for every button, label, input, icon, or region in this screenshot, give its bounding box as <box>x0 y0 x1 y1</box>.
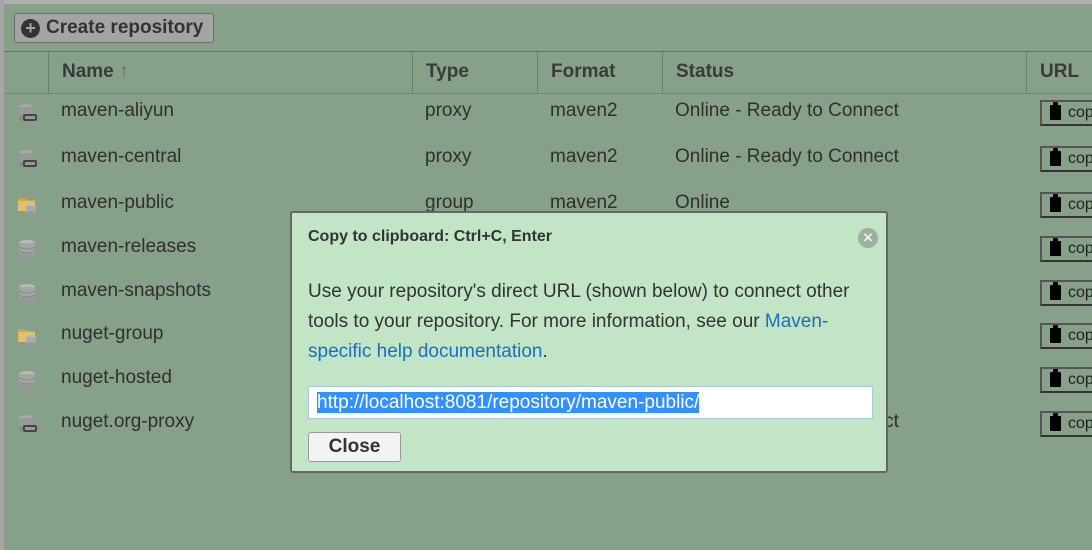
top-border <box>0 0 1092 4</box>
clipboard-icon <box>1050 282 1061 300</box>
clipboard-icon <box>1050 369 1061 387</box>
arrow-up-icon: ↑ <box>119 61 129 82</box>
create-repository-label: Create repository <box>46 17 204 38</box>
repository-type: proxy <box>425 100 472 121</box>
copy-url-button[interactable]: copy <box>1040 192 1092 218</box>
repository-name[interactable]: nuget.org-proxy <box>61 402 194 442</box>
clipboard-icon <box>1050 325 1061 343</box>
copy-url-button[interactable]: copy <box>1040 146 1092 172</box>
hosted-repository-icon <box>17 370 37 390</box>
table-row[interactable]: maven-central proxy maven2 Online - Read… <box>4 137 1092 181</box>
repository-format: maven2 <box>550 100 618 121</box>
clipboard-icon <box>1050 413 1061 431</box>
clipboard-icon <box>1050 194 1061 212</box>
repository-status: Online - Ready to Connect <box>675 100 899 121</box>
clipboard-icon <box>1050 238 1061 256</box>
copy-url-button[interactable]: copy <box>1040 100 1092 126</box>
repository-name[interactable]: maven-public <box>61 183 174 223</box>
repository-name[interactable]: maven-snapshots <box>61 271 211 311</box>
repository-name[interactable]: maven-central <box>61 137 181 177</box>
proxy-repository-icon <box>17 414 37 434</box>
hosted-repository-icon <box>17 283 37 303</box>
repository-type: proxy <box>425 146 472 167</box>
copy-url-button[interactable]: copy <box>1040 367 1092 393</box>
column-header-type[interactable]: Type <box>412 52 537 94</box>
repository-name[interactable]: nuget-group <box>61 314 163 354</box>
proxy-repository-icon <box>17 149 37 169</box>
hosted-repository-icon <box>17 239 37 259</box>
repository-name[interactable]: maven-releases <box>61 227 196 267</box>
create-repository-button[interactable]: + Create repository <box>14 13 214 43</box>
repository-name[interactable]: nuget-hosted <box>61 358 172 398</box>
copy-url-button[interactable]: copy <box>1040 411 1092 437</box>
repository-name[interactable]: maven-aliyun <box>61 91 174 131</box>
copy-url-dialog: Copy to clipboard: Ctrl+C, Enter × Use y… <box>290 211 888 473</box>
copy-url-button[interactable]: copy <box>1040 280 1092 306</box>
table-header: Name ↑ Type Format Status URL <box>4 51 1092 94</box>
close-icon[interactable]: × <box>858 228 878 248</box>
repository-format: maven2 <box>550 146 618 167</box>
plus-circle-icon: + <box>21 18 40 38</box>
table-row[interactable]: maven-aliyun proxy maven2 Online - Ready… <box>4 91 1092 135</box>
column-header-format[interactable]: Format <box>537 52 662 94</box>
group-repository-icon <box>17 326 37 346</box>
clipboard-icon <box>1050 102 1061 120</box>
column-header-url[interactable]: URL <box>1026 52 1092 94</box>
close-button[interactable]: Close <box>308 432 401 462</box>
clipboard-icon <box>1050 148 1061 166</box>
dialog-description: Use your repository's direct URL (shown … <box>308 281 850 362</box>
copy-url-button[interactable]: copy <box>1040 236 1092 262</box>
url-input[interactable]: http://localhost:8081/repository/maven-p… <box>308 386 873 419</box>
column-header-name[interactable]: Name ↑ <box>48 52 413 94</box>
dialog-title: Copy to clipboard: Ctrl+C, Enter <box>308 228 553 245</box>
repository-status: Online - Ready to Connect <box>675 146 899 167</box>
copy-url-button[interactable]: copy <box>1040 323 1092 349</box>
column-header-status[interactable]: Status <box>662 52 1026 94</box>
group-repository-icon <box>17 195 37 215</box>
proxy-repository-icon <box>17 103 37 123</box>
